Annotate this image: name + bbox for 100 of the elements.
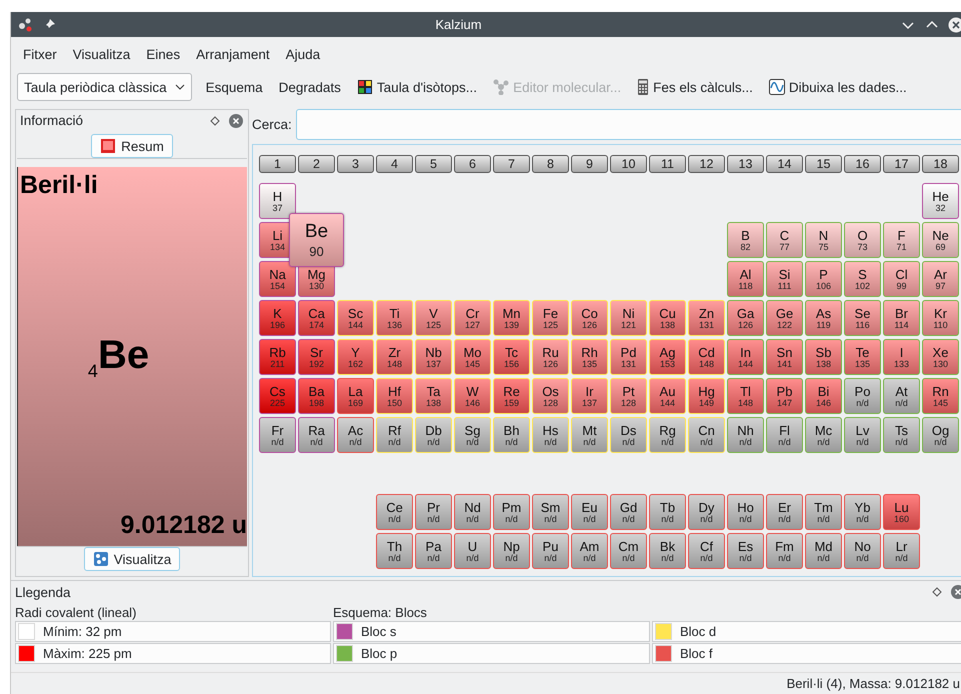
group-header[interactable]: 6 <box>454 155 491 173</box>
group-header[interactable]: 7 <box>493 155 530 173</box>
element-tile[interactable]: No n/d <box>844 533 881 569</box>
group-header[interactable]: 2 <box>298 155 335 173</box>
element-tile[interactable]: Pt 128 <box>610 378 647 414</box>
element-tile[interactable]: Hg 149 <box>688 378 725 414</box>
toolbar-button[interactable]: Esquema <box>200 76 269 98</box>
element-tile[interactable]: Se 116 <box>844 300 881 336</box>
element-tile[interactable]: Mn 139 <box>493 300 530 336</box>
element-tile[interactable]: U n/d <box>454 533 491 569</box>
menu-item[interactable]: Fitxer <box>15 44 65 64</box>
element-tile[interactable]: Ta 138 <box>415 378 452 414</box>
element-tile[interactable]: Bh n/d <box>493 417 530 453</box>
element-tile[interactable]: B 82 <box>727 222 764 258</box>
element-tile[interactable]: C 77 <box>766 222 803 258</box>
element-tile[interactable]: Ge 122 <box>766 300 803 336</box>
element-tile[interactable]: Ho n/d <box>727 494 764 530</box>
element-tile[interactable]: I 133 <box>883 339 920 375</box>
element-tile[interactable]: Fr n/d <box>259 417 296 453</box>
element-tile[interactable]: Po n/d <box>844 378 881 414</box>
tab[interactable]: Resum <box>91 134 173 158</box>
element-tile[interactable]: Ds n/d <box>610 417 647 453</box>
element-tile[interactable]: Cd 148 <box>688 339 725 375</box>
menu-item[interactable]: Eines <box>138 44 188 64</box>
element-tile[interactable]: Ca 174 <box>298 300 335 336</box>
element-tile[interactable]: Pa n/d <box>415 533 452 569</box>
element-tile[interactable]: Nb 137 <box>415 339 452 375</box>
element-tile[interactable]: At n/d <box>883 378 920 414</box>
group-header[interactable]: 9 <box>571 155 608 173</box>
element-tile[interactable]: Ts n/d <box>883 417 920 453</box>
element-tile[interactable]: Bk n/d <box>649 533 686 569</box>
element-tile[interactable]: Eu n/d <box>571 494 608 530</box>
menu-item[interactable]: Ajuda <box>278 44 328 64</box>
menu-item[interactable]: Arranjament <box>188 44 278 64</box>
group-header[interactable]: 13 <box>727 155 764 173</box>
element-tile[interactable]: Sm n/d <box>532 494 569 530</box>
element-tile[interactable]: Th n/d <box>376 533 413 569</box>
group-header[interactable]: 3 <box>337 155 374 173</box>
group-header[interactable]: 14 <box>766 155 803 173</box>
element-tile[interactable]: Tm n/d <box>805 494 842 530</box>
element-tile[interactable]: Sb 138 <box>805 339 842 375</box>
element-tile[interactable]: Ru 126 <box>532 339 569 375</box>
element-tile[interactable]: Gd n/d <box>610 494 647 530</box>
group-header[interactable]: 5 <box>415 155 452 173</box>
element-tile[interactable]: Pm n/d <box>493 494 530 530</box>
element-tile[interactable]: Sr 192 <box>298 339 335 375</box>
element-tile[interactable]: Cu 138 <box>649 300 686 336</box>
element-tile[interactable]: S 102 <box>844 261 881 297</box>
element-tile[interactable]: Ag 153 <box>649 339 686 375</box>
element-tile[interactable]: Ac n/d <box>337 417 374 453</box>
element-tile[interactable]: Pr n/d <box>415 494 452 530</box>
group-header[interactable]: 17 <box>883 155 920 173</box>
element-tile[interactable]: Kr 110 <box>922 300 959 336</box>
element-tile[interactable]: Cn n/d <box>688 417 725 453</box>
element-tile[interactable]: In 144 <box>727 339 764 375</box>
element-tile[interactable]: Og n/d <box>922 417 959 453</box>
element-tile[interactable]: Lv n/d <box>844 417 881 453</box>
element-tile[interactable]: La 169 <box>337 378 374 414</box>
element-tile[interactable]: Lr n/d <box>883 533 920 569</box>
element-tile[interactable]: Mt n/d <box>571 417 608 453</box>
element-tile[interactable]: H 37 <box>259 183 296 219</box>
element-tile[interactable]: Fl n/d <box>766 417 803 453</box>
element-tile[interactable]: V 125 <box>415 300 452 336</box>
element-tile[interactable]: Sc 144 <box>337 300 374 336</box>
element-tile[interactable]: Cl 99 <box>883 261 920 297</box>
element-tile[interactable]: Ni 121 <box>610 300 647 336</box>
group-header[interactable]: 4 <box>376 155 413 173</box>
element-tile[interactable]: Tl 148 <box>727 378 764 414</box>
toolbar-button[interactable]: Taula d'isòtops... <box>350 76 484 98</box>
element-tile[interactable]: Dy n/d <box>688 494 725 530</box>
element-tile[interactable]: Mc n/d <box>805 417 842 453</box>
element-tile[interactable]: As 119 <box>805 300 842 336</box>
element-tile[interactable]: Hf 150 <box>376 378 413 414</box>
element-tile[interactable]: Np n/d <box>493 533 530 569</box>
element-tile[interactable]: Sg n/d <box>454 417 491 453</box>
element-tile[interactable]: Pd 131 <box>610 339 647 375</box>
element-tile[interactable]: Fe 125 <box>532 300 569 336</box>
element-tile[interactable]: Cm n/d <box>610 533 647 569</box>
element-tile[interactable]: Ra n/d <box>298 417 335 453</box>
group-header[interactable]: 1 <box>259 155 296 173</box>
element-tile[interactable]: Re 159 <box>493 378 530 414</box>
element-tile[interactable]: Cf n/d <box>688 533 725 569</box>
element-tile[interactable]: K 196 <box>259 300 296 336</box>
element-tile[interactable]: N 75 <box>805 222 842 258</box>
element-tile[interactable]: Nh n/d <box>727 417 764 453</box>
element-tile[interactable]: Fm n/d <box>766 533 803 569</box>
element-tile[interactable]: Rn 145 <box>922 378 959 414</box>
element-tile[interactable]: Cs 225 <box>259 378 296 414</box>
group-header[interactable]: 16 <box>844 155 881 173</box>
toolbar-button[interactable]: Fes els càlculs... <box>631 76 759 98</box>
element-tile[interactable]: F 71 <box>883 222 920 258</box>
tab[interactable]: Visualitza <box>84 547 180 571</box>
element-tile[interactable]: Au 144 <box>649 378 686 414</box>
element-tile[interactable]: Rf n/d <box>376 417 413 453</box>
element-tile[interactable]: Rg n/d <box>649 417 686 453</box>
element-tile[interactable]: Db n/d <box>415 417 452 453</box>
element-tile[interactable]: Ce n/d <box>376 494 413 530</box>
element-tile[interactable]: Ir 137 <box>571 378 608 414</box>
group-header[interactable]: 15 <box>805 155 842 173</box>
group-header[interactable]: 12 <box>688 155 725 173</box>
